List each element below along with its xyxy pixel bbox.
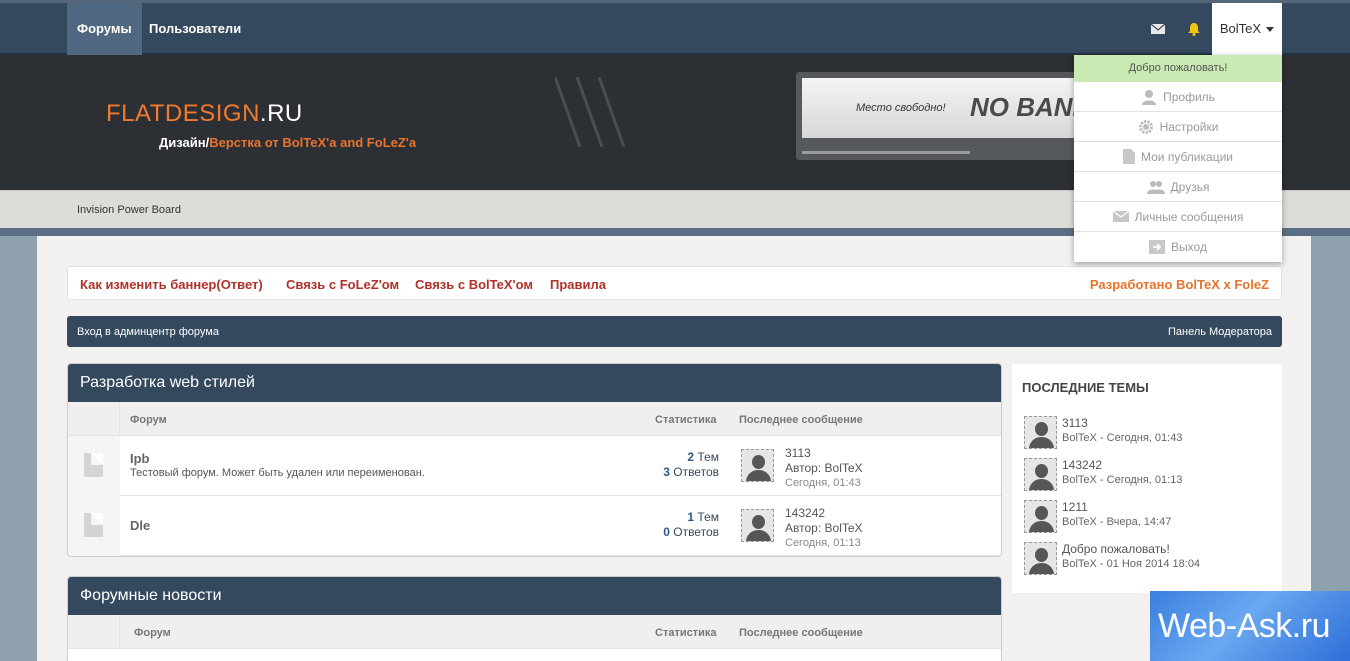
forum-category-news: Форумные новости Форум Статистика Послед… [67,576,1002,661]
link-contact-folez[interactable]: Связь с FoLeZ'ом [286,277,399,292]
avatar[interactable] [741,449,774,482]
latest-topic-item[interactable]: Добро пожаловать! BolTeX - 01 Ноя 2014 1… [1022,542,1272,576]
col-stats: Статистика [655,627,717,639]
menu-item-publications[interactable]: Мои публикации [1074,142,1282,172]
menu-item-settings[interactable]: Настройки [1074,112,1282,142]
site-logo[interactable]: FLATDESIGN.RU [106,100,303,128]
replies-count: 0 Ответов [663,525,719,539]
watermark: Web-Ask.ru [1150,591,1350,661]
col-last-post: Последнее сообщение [739,414,863,426]
menu-item-logout[interactable]: Выход [1074,232,1282,262]
menu-item-friends[interactable]: Друзья [1074,172,1282,202]
banner-caption: Место свободно! [856,102,946,114]
caret-down-icon [1266,27,1275,33]
document-icon [84,453,103,477]
menu-item-profile[interactable]: Профиль [1074,82,1282,112]
latest-topic-item[interactable]: 3113 BolTeX - Сегодня, 01:43 [1022,416,1272,450]
category-title[interactable]: Форумные новости [68,577,1001,615]
tab-users[interactable]: Пользователи [139,3,251,55]
topics-count: 1 Тем [687,510,719,524]
replies-count: 3 Ответов [663,465,719,479]
last-post-date: Сегодня, 01:43 [785,477,861,489]
moderator-panel-link[interactable]: Панель Модератора [1168,326,1272,338]
forum-name[interactable]: Ipb [130,451,150,466]
category-header: Форум Статистика Последнее сообщение [68,615,1001,649]
decorative-stripes [555,77,626,147]
forum-row: Dle 1 Тем 0 Ответов 143242 Автор: BolTeX… [68,496,1001,556]
topics-count: 2 Тем [687,450,719,464]
envelope-icon[interactable] [1150,21,1166,37]
col-stats: Статистика [655,414,717,426]
last-post-date: Сегодня, 01:13 [785,537,861,549]
avatar[interactable] [741,509,774,542]
envelope-icon [1112,211,1129,222]
avatar[interactable] [1024,500,1057,533]
sidebar-title: ПОСЛЕДНИЕ ТЕМЫ [1022,380,1149,395]
top-navbar: Форумы Пользователи BolTeX [0,0,1350,58]
ad-banner[interactable]: Место свободно! NO BANNER [796,72,1127,160]
logout-icon [1149,240,1166,254]
dropdown-welcome: Добро пожаловать! [1074,55,1282,82]
col-forum: Форум [130,414,167,426]
col-last-post: Последнее сообщение [739,627,863,639]
latest-topic-item[interactable]: 1211 BolTeX - Вчера, 14:47 [1022,500,1272,534]
col-forum: Форум [134,627,171,639]
menu-item-messages[interactable]: Личные сообщения [1074,202,1282,232]
last-post-title[interactable]: 143242 [785,506,825,520]
quick-links: Как изменить баннер(Ответ) Связь с FoLeZ… [67,266,1282,300]
avatar[interactable] [1024,542,1057,575]
users-icon [1146,180,1165,194]
forum-row: Ipb Тестовый форум. Может быть удален ил… [68,436,1001,496]
forum-name[interactable]: Dle [130,518,150,533]
user-menu-toggle[interactable]: BolTeX [1212,3,1282,58]
breadcrumb-text[interactable]: Invision Power Board [77,204,181,216]
latest-topic-item[interactable]: 143242 BolTeX - Сегодня, 01:13 [1022,458,1272,492]
category-title[interactable]: Разработка web стилей [68,364,1001,402]
avatar[interactable] [1024,458,1057,491]
username: BolTeX [1219,21,1262,36]
gear-icon [1138,119,1153,134]
banner-bar [802,151,970,154]
forum-category-web-styles: Разработка web стилей Форум Статистика П… [67,363,1002,557]
tab-forums[interactable]: Форумы [67,3,142,55]
forum-description: Тестовый форум. Может быть удален или пе… [130,467,425,479]
avatar[interactable] [1024,416,1057,449]
admin-center-link[interactable]: Вход в админцентр форума [77,326,219,338]
category-header: Форум Статистика Последнее сообщение [68,402,1001,436]
last-post-author: Автор: BolTeX [785,461,863,475]
bell-icon[interactable] [1186,21,1202,37]
admin-bar: Вход в админцентр форума Панель Модерато… [67,316,1282,347]
developer-link[interactable]: Разработано BolTeX x FoleZ [1090,277,1269,292]
link-rules[interactable]: Правила [550,277,606,292]
last-post-title[interactable]: 3113 [785,446,811,460]
site-slogan: Дизайн/Верстка от BolTeX'a and FoLeZ'a [159,135,417,150]
user-dropdown-menu: Добро пожаловать! Профиль Настройки Мои … [1074,55,1282,262]
document-icon [84,513,103,537]
user-icon [1142,89,1157,105]
last-post-author: Автор: BolTeX [785,521,863,535]
document-icon [1123,149,1135,164]
latest-topics-panel: ПОСЛЕДНИЕ ТЕМЫ 3113 BolTeX - Сегодня, 01… [1012,364,1282,593]
link-contact-boltex[interactable]: Связь с BolTeX'ом [415,277,533,292]
link-change-banner[interactable]: Как изменить баннер(Ответ) [80,277,263,292]
